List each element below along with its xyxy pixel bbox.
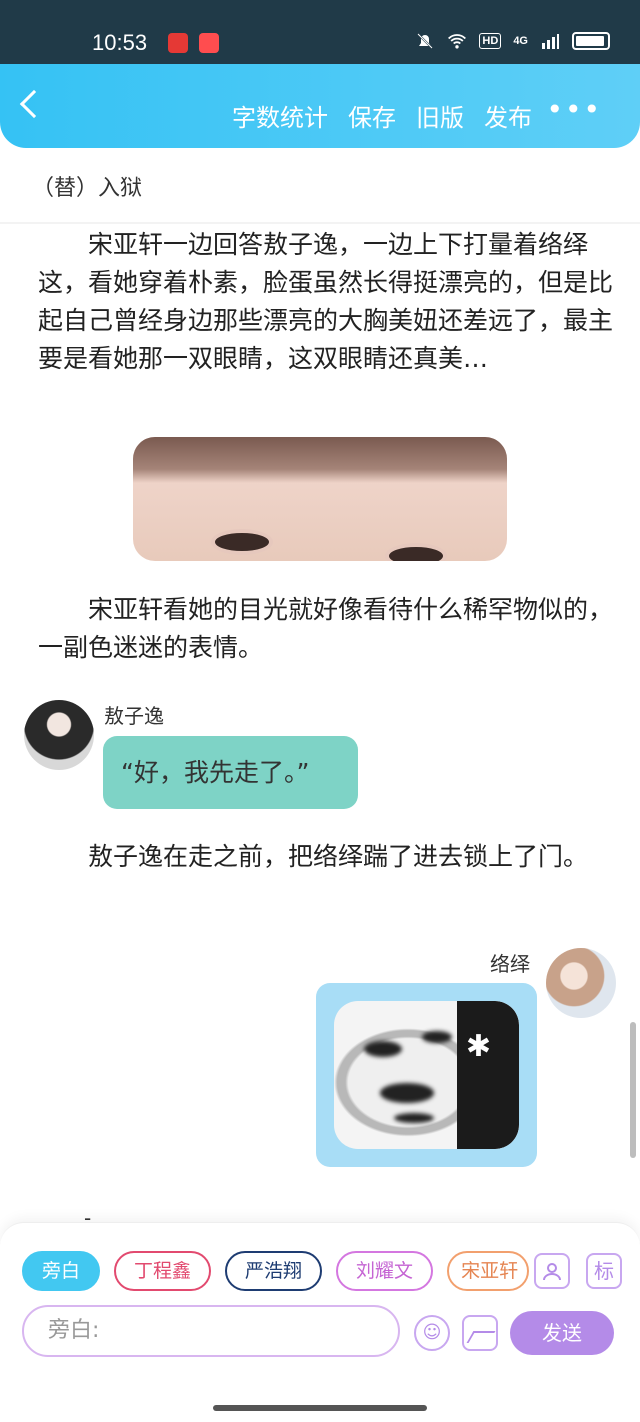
signal-icon [542, 34, 559, 49]
save-button[interactable]: 保存 [348, 98, 396, 133]
character-chips: 旁白 丁程鑫 严浩翔 刘耀文 宋亚轩 [22, 1251, 530, 1291]
story-paragraph[interactable]: 敖子逸在走之前，把络绎踹了进去锁上了门。 [38, 838, 618, 876]
image-right-eye [385, 543, 447, 561]
back-arrow-icon[interactable] [19, 89, 49, 119]
dialogue-bubble[interactable]: “好，我先走了。” [103, 736, 358, 809]
header-actions: 字数统计 保存 旧版 发布 [232, 98, 532, 133]
status-icons: HD 4G [415, 31, 610, 51]
story-paragraph[interactable]: 宋亚轩一边回答敖子逸，一边上下打量着络绎这，看她穿着朴素，脸蛋虽然长得挺漂亮的，… [38, 226, 618, 378]
editor-header: 字数统计 保存 旧版 发布 ••• [0, 64, 640, 148]
mute-bell-icon [417, 33, 434, 49]
publish-button[interactable]: 发布 [484, 98, 532, 133]
divider [0, 222, 640, 224]
story-paragraph[interactable]: 宋亚轩看她的目光就好像看待什么稀罕物似的，一副色迷迷的表情。 [38, 591, 618, 667]
chip-character[interactable]: 刘耀文 [336, 1251, 434, 1291]
home-indicator[interactable] [213, 1405, 427, 1411]
eyes-image[interactable] [133, 437, 507, 561]
sender-name: 络绎 [490, 952, 530, 976]
sender-name: 敖子逸 [104, 704, 164, 728]
send-button[interactable]: 发送 [510, 1311, 614, 1355]
image-left-eye [211, 529, 273, 555]
hd-icon: HD [479, 33, 502, 49]
status-bar: 10:53 HD 4G [0, 0, 640, 64]
chip-character[interactable]: 严浩翔 [225, 1251, 323, 1291]
network-type: 4G [513, 35, 528, 47]
word-count-button[interactable]: 字数统计 [232, 98, 328, 133]
more-options-icon[interactable]: ••• [546, 96, 602, 124]
video-app-icon [199, 33, 219, 53]
battery-icon [572, 32, 610, 50]
wifi-icon [448, 34, 467, 49]
tag-icon[interactable]: 标 [586, 1253, 622, 1289]
avatar[interactable] [546, 948, 616, 1018]
sticker-shadow [457, 1001, 519, 1149]
old-version-button[interactable]: 旧版 [416, 98, 464, 133]
sticker-bubble[interactable]: ✱ [316, 983, 537, 1167]
message-input[interactable]: 旁白: [22, 1305, 400, 1357]
chip-character[interactable]: 宋亚轩 [447, 1251, 530, 1291]
emoji-icon[interactable]: ☺ [414, 1315, 450, 1351]
status-time: 10:53 [92, 30, 148, 55]
chapter-title[interactable]: （替）入狱 [32, 170, 142, 202]
composer-panel: 旁白 丁程鑫 严浩翔 刘耀文 宋亚轩 标 旁白: ☺ 发送 [0, 1222, 640, 1422]
chip-narration[interactable]: 旁白 [22, 1251, 101, 1291]
person-settings-icon[interactable] [534, 1253, 570, 1289]
image-hair [133, 437, 507, 483]
chip-character[interactable]: 丁程鑫 [114, 1251, 212, 1291]
angry-face-sticker: ✱ [334, 1001, 519, 1149]
notification-app-icon [168, 33, 188, 53]
scrollbar[interactable] [630, 1022, 636, 1158]
anger-mark-icon: ✱ [465, 1029, 491, 1064]
image-picker-icon[interactable] [462, 1315, 498, 1351]
avatar[interactable] [24, 700, 94, 770]
